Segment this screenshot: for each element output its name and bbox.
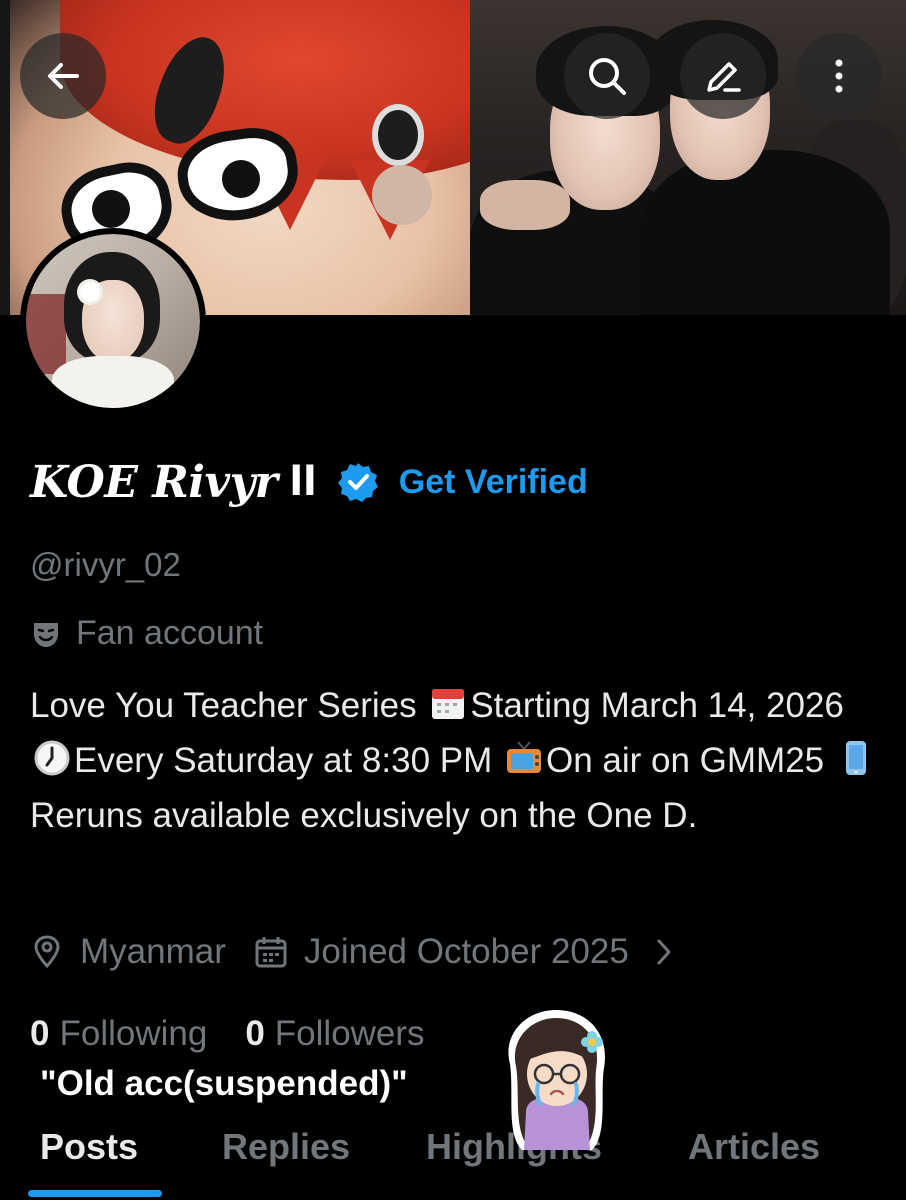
edit-pencil-icon [707,62,741,92]
display-name-suffix: ll [289,459,317,505]
tab-articles[interactable]: Articles [688,1126,820,1168]
name-row: KOE Rivyr ll Get Verified [30,450,588,514]
calendar-icon [255,937,287,968]
theater-mask-icon [34,622,58,647]
calendar-emoji-icon [432,689,465,719]
overlay-caption: "Old acc(suspended)" [40,1064,408,1103]
location-text: Myanmar [80,932,226,971]
user-handle: @rivyr_02 [30,546,181,583]
follow-stats: 0 Following 0 Followers [30,1008,425,1060]
following-count: 0 [30,1014,50,1053]
profile-category: Fan account [30,614,263,653]
television-emoji-icon [506,741,541,773]
back-arrow-icon [48,63,79,89]
search-icon [589,58,626,95]
crying-girl-sticker [508,1010,605,1150]
active-tab-indicator [28,1190,162,1197]
profile-meta: Myanmar Joined October 2025 [30,926,673,978]
edit-button[interactable] [680,33,766,119]
followers-count: 0 [245,1014,265,1053]
back-button[interactable] [20,33,106,119]
following-link[interactable]: 0 Following [30,1014,207,1054]
followers-label: Followers [274,1014,425,1053]
search-button[interactable] [564,33,650,119]
get-verified-link[interactable]: Get Verified [399,463,588,502]
avatar[interactable] [20,228,206,414]
joined-date: Joined October 2025 [303,932,629,971]
more-vertical-icon [835,59,843,93]
display-name: KOE Rivyr [30,456,278,508]
chevron-right-icon[interactable] [655,937,673,967]
profile-bio: Love You Teacher Series Starting March 1… [30,678,890,843]
tab-posts[interactable]: Posts [40,1126,138,1168]
profile-tabs: Posts Replies Highlights Articles [0,1112,906,1200]
clock-emoji-icon [34,740,70,776]
location-pin-icon [34,935,60,969]
verified-badge-icon [337,463,378,502]
following-label: Following [59,1014,208,1053]
tab-replies[interactable]: Replies [222,1126,350,1168]
category-label: Fan account [76,614,264,652]
more-options-button[interactable] [796,33,882,119]
followers-link[interactable]: 0 Followers [245,1014,424,1054]
mobile-phone-emoji-icon [845,741,866,775]
